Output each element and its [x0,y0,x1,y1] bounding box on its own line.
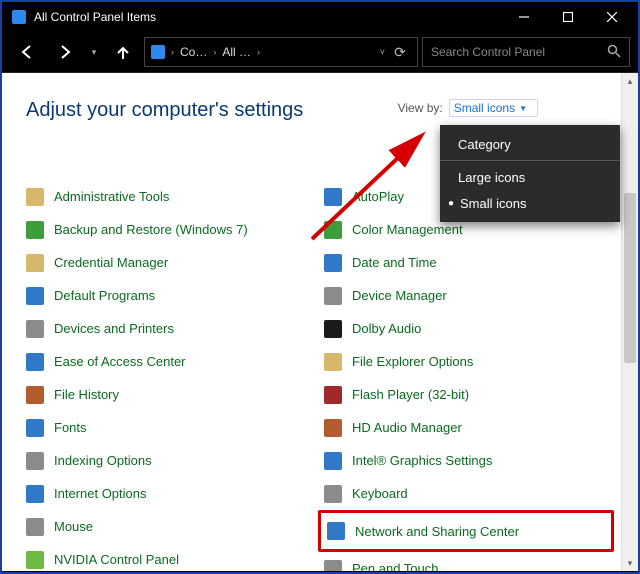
item-nvidia[interactable]: NVIDIA Control Panel [26,543,316,571]
up-button[interactable] [106,38,140,66]
color-icon [324,221,342,239]
breadcrumb-seg-2[interactable]: All … [222,45,251,59]
nvidia-icon [26,551,44,569]
control-panel-icon [12,10,26,24]
view-by-menu: Category Large icons ●Small icons [440,125,620,222]
history-dropdown[interactable]: ▾ [86,38,102,66]
menu-separator [440,160,620,161]
item-network-sharing-center[interactable]: Network and Sharing Center [318,510,614,552]
flash-icon [324,386,342,404]
item-indexing-options[interactable]: Indexing Options [26,444,316,477]
item-dolby-audio[interactable]: Dolby Audio [324,312,614,345]
menu-item-small-icons[interactable]: ●Small icons [440,190,620,216]
breadcrumb-sep-icon: › [211,47,218,57]
item-backup-restore[interactable]: Backup and Restore (Windows 7) [26,213,316,246]
item-file-history[interactable]: File History [26,378,316,411]
item-pen-touch[interactable]: Pen and Touch [324,552,614,571]
navigation-bar: ▾ › Co… › All … › ˅ ⟳ Search Control Pan… [2,32,638,73]
item-keyboard[interactable]: Keyboard [324,477,614,510]
pen-icon [324,560,342,572]
item-default-programs[interactable]: Default Programs [26,279,316,312]
audio-icon [324,419,342,437]
font-icon [26,419,44,437]
window-title: All Control Panel Items [34,10,156,24]
search-input[interactable]: Search Control Panel [422,37,630,67]
item-internet-options[interactable]: Internet Options [26,477,316,510]
search-icon [607,44,621,61]
breadcrumb-seg-1[interactable]: Co… [180,45,207,59]
content-area: ▴ ▾ Adjust your computer's settings View… [2,73,638,571]
item-administrative-tools[interactable]: Administrative Tools [26,180,316,213]
menu-item-category[interactable]: Category [440,131,620,157]
close-button[interactable] [590,2,634,32]
dolby-icon [324,320,342,338]
breadcrumb-sep-icon: › [255,47,262,57]
view-by-label: View by: [398,101,443,115]
item-ease-of-access[interactable]: Ease of Access Center [26,345,316,378]
view-by-dropdown[interactable]: Small icons ▼ [449,99,538,117]
folder-icon [26,188,44,206]
item-device-manager[interactable]: Device Manager [324,279,614,312]
keyboard-icon [324,485,342,503]
selected-bullet-icon: ● [444,198,458,209]
refresh-button[interactable]: ⟳ [389,44,411,61]
intel-icon [324,452,342,470]
items-column-left: Administrative Tools Backup and Restore … [26,180,316,571]
safe-icon [26,254,44,272]
minimize-button[interactable] [502,2,546,32]
breadcrumb-sep-icon: › [169,47,176,57]
item-intel-graphics[interactable]: Intel® Graphics Settings [324,444,614,477]
item-flash-player[interactable]: Flash Player (32-bit) [324,378,614,411]
history-icon [26,386,44,404]
item-fonts[interactable]: Fonts [26,411,316,444]
item-devices-printers[interactable]: Devices and Printers [26,312,316,345]
address-bar[interactable]: › Co… › All … › ˅ ⟳ [144,37,418,67]
clock-icon [324,254,342,272]
search-placeholder: Search Control Panel [431,45,545,59]
device-icon [324,287,342,305]
index-icon [26,452,44,470]
folder-options-icon [324,353,342,371]
items-column-right: AutoPlay Color Management Date and Time … [324,180,614,571]
mouse-icon [26,518,44,536]
item-date-time[interactable]: Date and Time [324,246,614,279]
maximize-button[interactable] [546,2,590,32]
network-icon [327,522,345,540]
autoplay-icon [324,188,342,206]
address-dropdown-icon[interactable]: ˅ [380,47,385,57]
titlebar: All Control Panel Items [2,2,638,32]
item-credential-manager[interactable]: Credential Manager [26,246,316,279]
printer-icon [26,320,44,338]
forward-button[interactable] [48,38,82,66]
programs-icon [26,287,44,305]
globe-icon [26,485,44,503]
item-file-explorer-options[interactable]: File Explorer Options [324,345,614,378]
chevron-down-icon: ▼ [519,104,527,113]
item-hd-audio[interactable]: HD Audio Manager [324,411,614,444]
back-button[interactable] [10,38,44,66]
accessibility-icon [26,353,44,371]
view-by-current: Small icons [454,101,515,115]
backup-icon [26,221,44,239]
address-icon [151,45,165,59]
window-frame: All Control Panel Items ▾ › Co… › All … … [0,0,640,574]
menu-item-large-icons[interactable]: Large icons [440,164,620,190]
item-mouse[interactable]: Mouse [26,510,316,543]
